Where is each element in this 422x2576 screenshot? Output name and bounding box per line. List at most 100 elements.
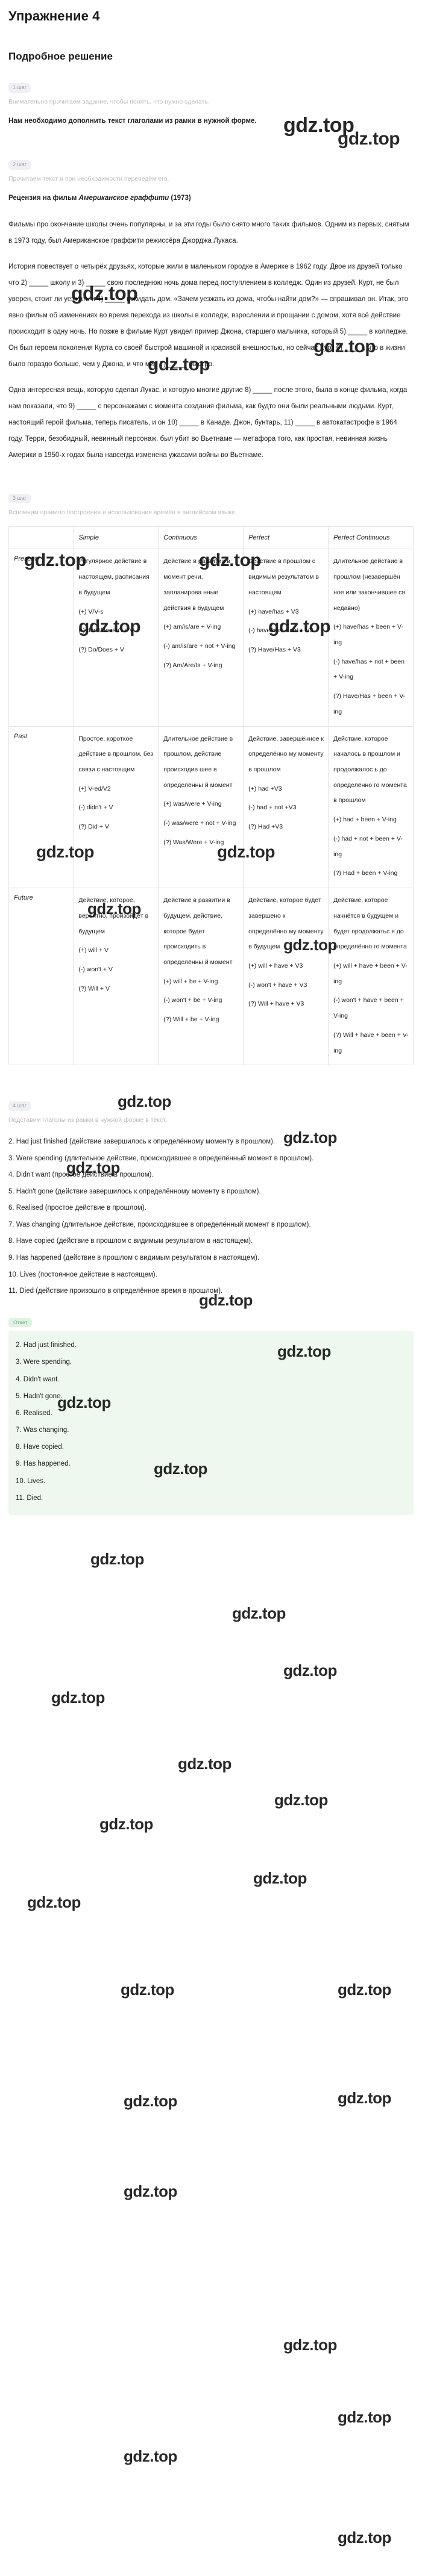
table-cell-line: Длительное действие в прошлом, действие …	[163, 735, 233, 789]
step-badge-2: 2 шаг	[8, 160, 31, 170]
table-cell-line: (?) Will + V	[78, 985, 110, 992]
table-cell: Длительное действие в прошлом, действие …	[158, 726, 244, 889]
review-title-plain: Рецензия на фильм	[8, 194, 79, 202]
watermark: gdz.top	[90, 1550, 144, 1568]
table-cell-line: (-) didn't + V	[78, 804, 113, 812]
table-cell-line: (-) won't + have + been + V-ing	[333, 997, 404, 1020]
table-cell-line: (-) won't + be + V-ing	[163, 997, 222, 1004]
table-cell-line: (-) was/were + not + V-ing	[163, 820, 236, 827]
table-cell-line: (+) will + have + been + V-ing	[333, 962, 408, 985]
table-cell-line: (+) am/is/are + V-ing	[163, 623, 221, 631]
explanation-item: 6. Realised (простое действие в прошлом)…	[8, 1204, 146, 1212]
answer-box: 2. Had just finished. 3. Were spending. 4.…	[8, 1331, 414, 1515]
watermark: gdz.top	[178, 1755, 231, 1773]
answer-list: 2. Had just finished. 3. Were spending. 4.…	[16, 1337, 406, 1507]
answer-item: 8. Have copied.	[16, 1443, 64, 1451]
table-cell: Действие в развитии в момент речи, запла…	[158, 549, 244, 727]
watermark: gdz.top	[338, 2408, 391, 2426]
watermark: gdz.top	[338, 2089, 391, 2107]
table-cell-line: (?) Will + be + V-ing	[163, 1016, 219, 1024]
table-row-label: Present	[8, 549, 74, 727]
table-cell-line: (+) will + V	[78, 947, 109, 954]
watermark: gdz.top	[253, 1869, 307, 1887]
table-cell-line: (?) Have/Has + been + V-ing	[333, 692, 406, 715]
review-paragraph-1: Фильмы про окончание школы очень популяр…	[8, 221, 409, 245]
step-hint-3: Вспомним правило построения и использова…	[8, 509, 237, 517]
table-cell-line: (?) Did + V	[78, 823, 109, 831]
watermark: gdz.top	[124, 2447, 177, 2465]
table-cell-line: (-) had + not +V3	[248, 804, 297, 812]
explanation-item: 10. Lives (постоянное действие в настоящ…	[8, 1271, 157, 1278]
table-cell: Действие, которое началось в прошлом и п…	[328, 726, 414, 889]
review-paragraph-2: История повествует о четырёх друзьях, ко…	[8, 263, 409, 369]
table-row-label: Future	[8, 888, 74, 1066]
table-cell-line: Длительное действие в прошлом (незавершё…	[333, 558, 406, 612]
explanation-item: 9. Has happened (действие в прошлом с ви…	[8, 1254, 260, 1262]
table-cell-line: (+) V-ed/V2	[78, 785, 111, 792]
answer-item: 3. Were spending.	[16, 1358, 72, 1366]
explanation-item: 4. Didn't want (простое действие в прошл…	[8, 1171, 154, 1179]
watermark: gdz.top	[27, 1893, 81, 1911]
step-hint-1: Внимательно прочитаем задание, чтобы пон…	[8, 98, 210, 105]
table-cell-line: Простое, короткое действие в прошлом, бе…	[78, 735, 154, 774]
review-title-year: (1973)	[169, 194, 191, 202]
answer-item: 9. Has happened.	[16, 1460, 71, 1468]
table-cell-line: (?) Will + have + V3	[248, 1000, 304, 1008]
table-cell-line: (-) am/is/are + not + V-ing	[163, 642, 236, 650]
table-cell-line: (+) have/has + been + V-ing	[333, 623, 403, 647]
table-cell-line: Действие, которое, вероятно, произойдёт …	[78, 897, 149, 935]
watermark: gdz.top	[121, 1980, 174, 1999]
explanation-item: 11. Died (действие произошло в определён…	[8, 1287, 223, 1295]
table-cell-line: (?) Do/Does + V	[78, 646, 124, 654]
table-cell-line: (+) will + be + V-ing	[163, 977, 218, 985]
answer-item: 6. Realised.	[16, 1409, 52, 1417]
tenses-table-body: Present Регулярное действие в настоящем, …	[8, 549, 414, 1066]
table-cell-line: Действие, которое будет завершено к опре…	[248, 897, 324, 951]
table-header-perfect: Perfect	[243, 526, 329, 550]
explanation-item: 2. Had just finished (действие завершило…	[8, 1137, 276, 1145]
table-cell-line: (?) Had + been + V-ing	[333, 870, 398, 877]
watermark: gdz.top	[338, 1980, 391, 1999]
table-cell-line: Регулярное действие в настоящем, расписа…	[78, 558, 150, 596]
table-cell-line: (-) had + not + been + V-ing	[333, 835, 403, 858]
table-cell-line: Действие в развитии в момент речи, запла…	[163, 558, 230, 612]
table-cell: Действие, завершённое к определённо му м…	[243, 726, 329, 889]
table-cell: Длительное действие в прошлом (незавершё…	[328, 549, 414, 727]
step-badge-4: 4 шаг	[8, 1101, 31, 1112]
watermark: gdz.top	[124, 2182, 177, 2200]
table-cell: Действие, которое будет завершено к опре…	[243, 888, 329, 1066]
watermark: gdz.top	[274, 1791, 328, 1809]
table-cell-line: (+) was/were + V-ing	[163, 800, 222, 808]
answer-item: 11. Died.	[16, 1494, 43, 1502]
table-cell-line: (?) Will + have + been + V-ing	[333, 1031, 409, 1054]
step-badge-1: 1 шаг	[8, 83, 31, 93]
table-cell: Действие, которое начнётся в будущем и б…	[328, 888, 414, 1066]
table-cell-line: (+) have/has + V3	[248, 608, 299, 615]
answer-item: 5. Hadn't gone.	[16, 1392, 63, 1400]
page-title: Упражнение 4	[8, 8, 100, 23]
watermark: gdz.top	[124, 2092, 177, 2110]
watermark: gdz.top	[338, 2528, 391, 2546]
table-cell: Действие в развитии в будущем, действие,…	[158, 888, 244, 1066]
review-title: Рецензия на фильм Американское граффити …	[8, 193, 414, 204]
watermark: gdz.top	[99, 1815, 153, 1833]
table-cell-line: (?) Have/Has + V3	[248, 646, 301, 654]
table-row: Present Регулярное действие в настоящем, …	[8, 549, 414, 727]
table-cell-line: Действие, завершённое к определённо му м…	[248, 735, 324, 774]
review-title-film: Американское граффити	[78, 194, 169, 202]
table-header-row: Simple Continuous Perfect Perfect Contin…	[8, 526, 414, 550]
table-cell-line: (-) won't + have + V3	[248, 981, 307, 989]
table-cell: Действие, которое, вероятно, произойдёт …	[73, 888, 159, 1066]
table-header-simple: Simple	[73, 526, 159, 550]
explanation-item: 5. Hadn't gone (действие завершилось к о…	[8, 1187, 261, 1195]
answer-item: 2. Had just finished.	[16, 1342, 77, 1349]
table-cell-line: (-) don't/doesn't + V	[78, 627, 134, 635]
table-header-continuous: Continuous	[158, 526, 244, 550]
explanation-item: 8. Have copied (действие в прошлом с вид…	[8, 1237, 253, 1245]
table-header-corner	[8, 526, 74, 550]
table-cell-line: (-) won't + V	[78, 965, 113, 973]
table-cell-line: (+) had +V3	[248, 785, 282, 792]
table-cell-line: (+) had + been + V-ing	[333, 816, 397, 824]
answer-item: 7. Was changing.	[16, 1426, 69, 1434]
explanation-item: 3. Were spending (длительное действие, п…	[8, 1154, 314, 1162]
